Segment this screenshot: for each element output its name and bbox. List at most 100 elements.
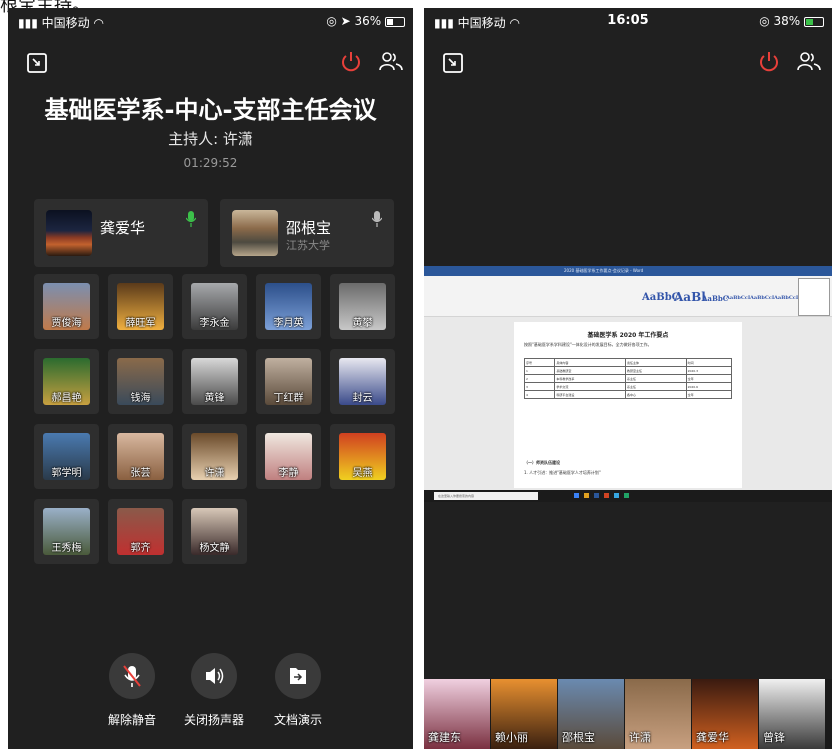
avatar (46, 210, 92, 256)
unmute-button[interactable]: 解除静音 (92, 653, 172, 728)
table-cell: 基础教研室 (554, 366, 626, 375)
participant-name: 王秀梅 (51, 543, 82, 554)
participant-tile[interactable]: 张芸 (108, 424, 173, 489)
battery-indicator: ◎ 38% (759, 14, 824, 28)
participant-tile[interactable]: 郭齐 (108, 499, 173, 564)
participant-name: 赖小丽 (495, 731, 528, 744)
minimize-window-icon[interactable] (442, 52, 464, 74)
video-thumbnail[interactable]: 赖小丽 (491, 679, 557, 749)
shared-screen[interactable]: 2020 基础医学系工作要点-会议记录 - Word AaBbC AaBl Aa… (424, 266, 832, 502)
share-document-button[interactable]: 文档演示 (258, 653, 338, 728)
participant-video-strip: 龚建东 赖小丽 邵根宝 许潇 龚爱华 曾锋 (424, 679, 832, 749)
participant-name: 龚建东 (428, 731, 461, 744)
participant-tile[interactable]: 贾俊海 (34, 274, 99, 339)
minimize-window-icon[interactable] (26, 52, 48, 74)
thumbnail-preview (798, 278, 830, 316)
participant-name: 黄攀 (352, 318, 373, 329)
table-cell: 教研室主任 (624, 366, 687, 375)
meeting-timer: 01:29:52 (183, 156, 238, 170)
participant-tile[interactable]: 封云 (330, 349, 395, 414)
participant-tile[interactable]: 郭学明 (34, 424, 99, 489)
participant-name: 许潇 (629, 731, 651, 744)
taskbar-search[interactable]: 在这里输入你要搜索的内容 (434, 492, 538, 500)
avatar (232, 210, 278, 256)
document-page: 基础医学系 2020 年工作要点 按照"基础医学系学科建设"一体化设计的发展目标… (514, 322, 742, 488)
table-row: 2 本科教学改革 系主任 全年 (523, 374, 733, 383)
table-cell: 1 (523, 366, 556, 375)
participants-icon[interactable] (796, 50, 822, 72)
participant-name: 贾俊海 (51, 318, 82, 329)
end-meeting-icon[interactable] (758, 50, 780, 72)
table-cell: 科研平台建设 (554, 390, 626, 399)
participant-tile[interactable]: 李月英 (256, 274, 321, 339)
document-table: 序号 具体内容 责任主体 时间 1 基础教研室 教研室主任 2020.3 2 本科教学改革 系主任全… (523, 358, 733, 399)
participant-name: 李永金 (199, 318, 230, 329)
table-cell: 2020.3 (685, 366, 733, 375)
battery-indicator: ◎ ➤ 36% (326, 14, 405, 28)
table-cell: 责任主体 (624, 358, 687, 367)
participant-name: 龚爱华 (696, 731, 729, 744)
participant-name: 吴燕 (352, 468, 373, 479)
participant-name: 郝昌艳 (51, 393, 82, 404)
table-cell: 4 (523, 390, 556, 399)
participant-tile[interactable]: 李永金 (182, 274, 247, 339)
participant-name: 薛旺军 (125, 318, 156, 329)
table-cell: 序号 (523, 358, 556, 367)
video-thumbnail[interactable]: 邵根宝 (558, 679, 624, 749)
video-thumbnail[interactable]: 许潇 (625, 679, 691, 749)
table-cell: 3 (523, 382, 556, 391)
participant-tile[interactable]: 黄锋 (182, 349, 247, 414)
table-cell: 2 (523, 374, 556, 383)
word-ribbon: AaBbC AaBl AaBbC AaBbCcI AaBbCcI AaBbCcI (424, 276, 832, 317)
participant-tile[interactable]: 杨文静 (182, 499, 247, 564)
participant-tile[interactable]: 郝昌艳 (34, 349, 99, 414)
participant-name: 郭学明 (51, 468, 82, 479)
taskbar-app-icon[interactable] (614, 493, 619, 498)
participant-name: 郭齐 (130, 543, 151, 554)
video-thumbnail[interactable]: 曾锋 (759, 679, 825, 749)
participant-tile[interactable]: 薛旺军 (108, 274, 173, 339)
taskbar-app-icon[interactable] (584, 493, 589, 498)
end-meeting-icon[interactable] (340, 50, 362, 72)
table-cell: 学术交流 (554, 382, 626, 391)
participant-tile[interactable]: 钱海 (108, 349, 173, 414)
participant-tile[interactable]: 李静 (256, 424, 321, 489)
taskbar-app-icon[interactable] (624, 493, 629, 498)
table-row: 4 科研平台建设 各中心 全年 (523, 390, 733, 399)
taskbar-app-icon[interactable] (594, 493, 599, 498)
table-cell: 本科教学改革 (554, 374, 626, 383)
participant-tile[interactable]: 许潇 (182, 424, 247, 489)
participant-name: 钱海 (130, 393, 151, 404)
featured-participant[interactable]: 龚爱华 (34, 199, 208, 267)
participant-tile[interactable]: 王秀梅 (34, 499, 99, 564)
participant-name: 李月英 (273, 318, 304, 329)
participant-name: 曾锋 (763, 731, 785, 744)
speaker-icon (206, 668, 224, 684)
participant-tile[interactable]: 黄攀 (330, 274, 395, 339)
windows-taskbar: 在这里输入你要搜索的内容 (424, 490, 832, 502)
mic-muted-icon (123, 665, 141, 687)
share-doc-icon (290, 668, 306, 684)
participant-name: 丁红群 (273, 393, 304, 404)
table-cell: 时间 (685, 358, 733, 367)
meeting-screen-right: ▮▮▮ 中国移动 ◠ 16:05 ◎ 38% 2020 基础医学系工作要点-会议… (424, 8, 832, 749)
video-thumbnail[interactable]: 龚建东 (424, 679, 490, 749)
participant-name: 黄锋 (204, 393, 225, 404)
taskbar-app-icon[interactable] (604, 493, 609, 498)
signal-carrier: ▮▮▮ 中国移动 ◠ (18, 16, 104, 30)
meeting-screen-left: ▮▮▮ 中国移动 ◠ ◎ ➤ 36% 基础医学系-中心-支部主任会议 主持人: … (8, 8, 413, 749)
taskbar-app-icon[interactable] (574, 493, 579, 498)
featured-participant[interactable]: 邵根宝 江苏大学 (220, 199, 394, 267)
video-thumbnail[interactable]: 龚爱华 (692, 679, 758, 749)
speaker-off-button[interactable]: 关闭扬声器 (174, 653, 254, 728)
word-title-bar: 2020 基础医学系工作要点-会议记录 - Word (424, 266, 832, 276)
participant-tile[interactable]: 丁红群 (256, 349, 321, 414)
table-row: 1 基础教研室 教研室主任 2020.3 (523, 366, 733, 375)
table-cell: 系主任 (624, 382, 687, 391)
participants-icon[interactable] (378, 50, 404, 72)
participant-tile[interactable]: 吴燕 (330, 424, 395, 489)
table-row: 序号 具体内容 责任主体 时间 (523, 358, 733, 367)
participant-name: 邵根宝 (562, 731, 595, 744)
table-cell: 2020.6 (685, 382, 733, 391)
mic-icon (372, 211, 382, 227)
